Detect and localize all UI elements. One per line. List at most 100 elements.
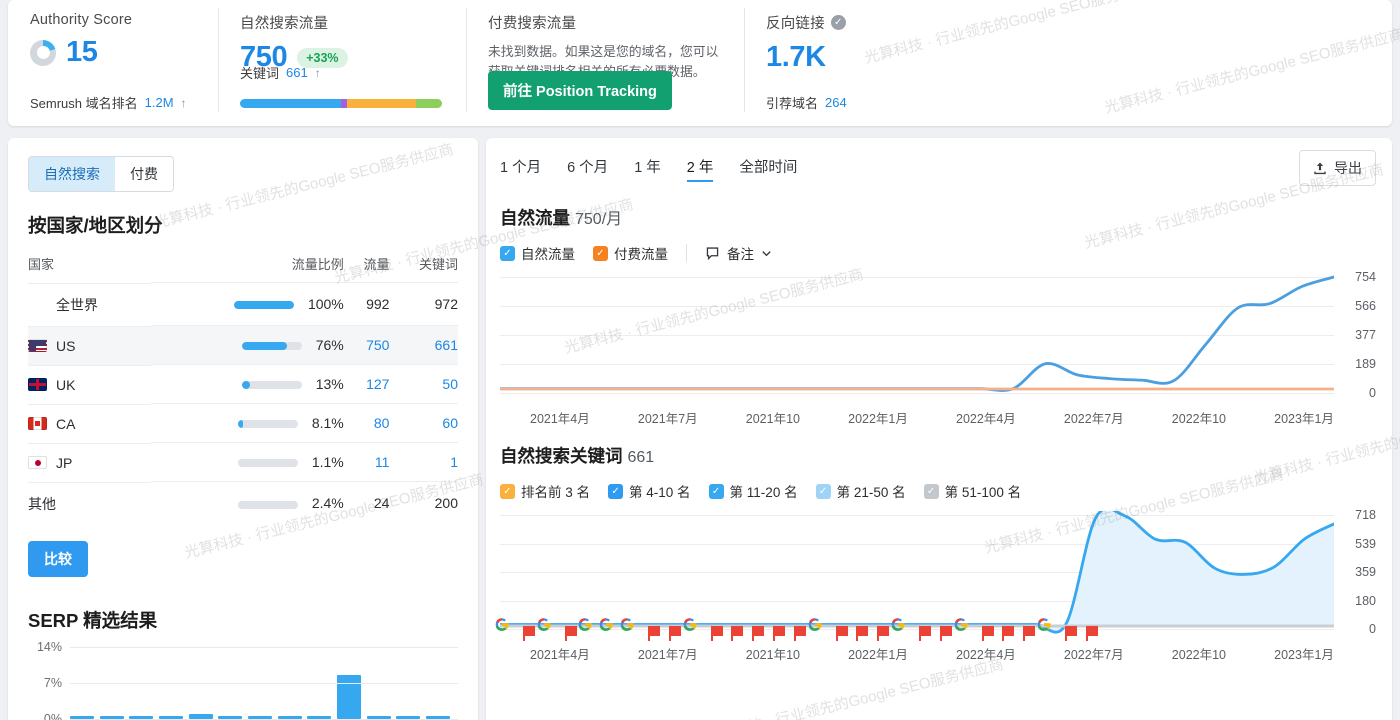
- cell-traffic[interactable]: 750: [344, 326, 390, 365]
- table-row[interactable]: 其他2.4%24200: [28, 482, 458, 525]
- col-traffic[interactable]: 流量: [344, 254, 390, 283]
- goto-position-tracking-button[interactable]: 前往 Position Tracking: [488, 71, 672, 110]
- cell-traffic[interactable]: 11: [344, 443, 390, 482]
- traffic-share-value: 13%: [316, 376, 344, 392]
- countries-panel: 自然搜索付费 按国家/地区划分 国家 流量比例 流量 关键词 全世界100%99…: [8, 138, 478, 720]
- range-tab-1年[interactable]: 1 年: [634, 156, 661, 182]
- chart1-subtitle-text: 750/月: [575, 211, 622, 228]
- checkbox-icon[interactable]: ✓: [500, 246, 515, 261]
- checkbox-icon[interactable]: ✓: [593, 246, 608, 261]
- checkbox-icon[interactable]: ✓: [709, 484, 724, 499]
- google-algorithm-marker[interactable]: [808, 618, 822, 635]
- kw-dist-segment-pos21-50: [416, 99, 442, 108]
- cell-country[interactable]: CA: [28, 404, 151, 443]
- google-algorithm-marker[interactable]: [1037, 618, 1051, 635]
- checkbox-icon[interactable]: ✓: [608, 484, 623, 499]
- legend-item-4[interactable]: ✓ 第 51-100 名: [924, 481, 1022, 501]
- google-algorithm-marker[interactable]: [578, 618, 592, 635]
- google-algorithm-marker[interactable]: [891, 618, 905, 635]
- checkbox-icon[interactable]: ✓: [816, 484, 831, 499]
- cell-country[interactable]: US: [28, 326, 151, 365]
- range-tab-6个月[interactable]: 6 个月: [567, 156, 608, 182]
- y-axis-tick: 14%: [37, 640, 62, 654]
- col-traffic-share[interactable]: 流量比例: [151, 254, 344, 283]
- table-row[interactable]: 全世界100%992972: [28, 283, 458, 326]
- chart2-title-text: 自然搜索关键词: [500, 446, 623, 466]
- cell-keywords: 200: [389, 482, 458, 525]
- legend-label: 第 51-100 名: [945, 481, 1022, 501]
- cell-keywords[interactable]: 1: [389, 443, 458, 482]
- y-axis-tick: 754: [1340, 270, 1376, 284]
- x-axis-tick: 2022年1月: [848, 644, 908, 663]
- cell-traffic-share: 8.1%: [151, 404, 344, 443]
- countries-section-title: 按国家/地区划分: [28, 212, 458, 238]
- table-row[interactable]: CA8.1%8060: [28, 404, 458, 443]
- cell-keywords: 972: [389, 283, 458, 326]
- keywords-row: 关键词 661 ↑: [240, 63, 321, 82]
- legend-item-0[interactable]: ✓自然流量: [500, 243, 575, 263]
- google-algorithm-marker[interactable]: [537, 618, 551, 635]
- legend-item-2[interactable]: ✓第 11-20 名: [709, 481, 798, 501]
- google-algorithm-marker[interactable]: [620, 618, 634, 635]
- range-tab-1个月[interactable]: 1 个月: [500, 156, 541, 182]
- table-row[interactable]: UK 13%12750: [28, 365, 458, 404]
- compare-button[interactable]: 比较: [28, 541, 88, 577]
- range-tab-2年[interactable]: 2 年: [687, 156, 714, 182]
- line-自然流量: [500, 277, 1334, 390]
- traffic-type-tabs[interactable]: 自然搜索付费: [28, 156, 174, 192]
- info-icon[interactable]: ✓: [831, 15, 846, 30]
- table-header-row: 国家 流量比例 流量 关键词: [28, 254, 458, 283]
- table-row[interactable]: JP1.1%111: [28, 443, 458, 482]
- tab-paid[interactable]: 付费: [115, 157, 173, 191]
- notes-dropdown[interactable]: 备注: [705, 243, 772, 263]
- cell-country[interactable]: UK: [28, 365, 151, 404]
- date-range-tabs[interactable]: 1 个月 6 个月 1 年 2 年全部时间: [500, 156, 1376, 182]
- google-algorithm-marker[interactable]: [495, 618, 509, 635]
- authority-score-label: Authority Score: [30, 12, 196, 28]
- google-update-markers: [500, 617, 1334, 635]
- cell-traffic-share: 1.1%: [151, 443, 344, 482]
- col-country[interactable]: 国家: [28, 254, 151, 283]
- backlinks-label: 反向链接: [766, 12, 825, 33]
- legend-item-3[interactable]: ✓第 21-50 名: [816, 481, 906, 501]
- cell-keywords[interactable]: 661: [389, 326, 458, 365]
- x-axis-tick: 2022年10: [1172, 644, 1226, 663]
- table-row[interactable]: US76%750661: [28, 326, 458, 365]
- google-algorithm-marker[interactable]: [954, 618, 968, 635]
- cell-country[interactable]: JP: [28, 443, 151, 482]
- x-axis-tick: 2023年1月: [1274, 408, 1334, 427]
- gridline: [70, 647, 458, 648]
- legend-item-1[interactable]: ✓付费流量: [593, 243, 668, 263]
- cell-keywords[interactable]: 50: [389, 365, 458, 404]
- x-axis-tick: 2021年10: [746, 644, 800, 663]
- referring-domains-value[interactable]: 264: [825, 95, 847, 110]
- export-button[interactable]: 导出: [1299, 150, 1376, 186]
- gridline: [70, 683, 458, 684]
- col-keywords[interactable]: 关键词: [389, 254, 458, 283]
- x-axis-tick: 2021年7月: [638, 644, 698, 663]
- cell-country[interactable]: 全世界: [28, 283, 151, 326]
- range-tab-全部时间[interactable]: 全部时间: [739, 156, 797, 182]
- semrush-rank-label: Semrush 域名排名: [30, 93, 138, 112]
- x-axis-tick: 2021年4月: [530, 644, 590, 663]
- semrush-rank-value[interactable]: 1.2M: [145, 95, 174, 110]
- cell-keywords[interactable]: 60: [389, 404, 458, 443]
- keywords-value[interactable]: 661: [286, 65, 308, 80]
- legend-item-0[interactable]: ✓排名前 3 名: [500, 481, 590, 501]
- checkbox-icon[interactable]: ✓: [500, 484, 515, 499]
- legend-item-1[interactable]: ✓第 4-10 名: [608, 481, 691, 501]
- google-algorithm-marker[interactable]: [599, 618, 613, 635]
- google-algorithm-marker[interactable]: [683, 618, 697, 635]
- serp-features-title: SERP 精选结果: [28, 607, 458, 633]
- traffic-share-bar: [238, 420, 298, 428]
- country-name: 全世界: [56, 295, 98, 315]
- metrics-summary-card: Authority Score 15 Semrush 域名排名 1.2M ↑ 自…: [8, 0, 1392, 126]
- cell-country[interactable]: 其他: [28, 482, 151, 525]
- traffic-share-value: 2.4%: [312, 495, 344, 511]
- x-axis-tick: 2021年7月: [638, 408, 698, 427]
- tab-organic[interactable]: 自然搜索: [29, 157, 115, 191]
- cell-traffic[interactable]: 127: [344, 365, 390, 404]
- checkbox-icon[interactable]: ✓: [924, 484, 939, 499]
- country-name: US: [56, 338, 75, 354]
- cell-traffic[interactable]: 80: [344, 404, 390, 443]
